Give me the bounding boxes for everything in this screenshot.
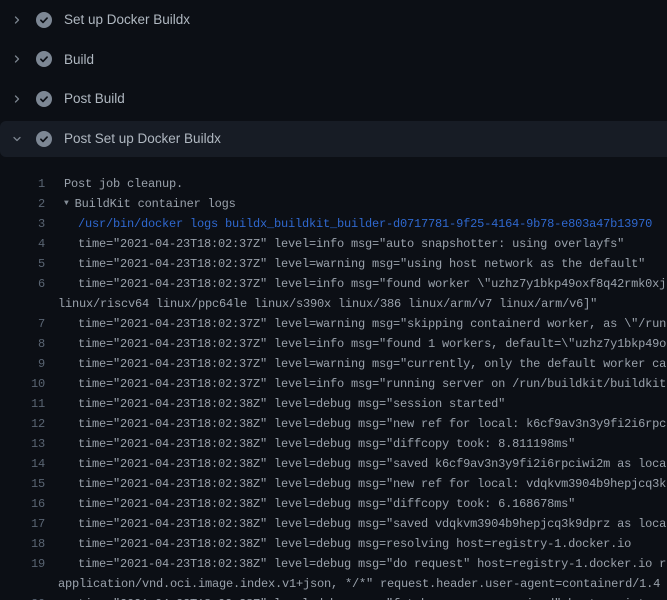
log-text: time="2021-04-23T18:02:38Z" level=debug …	[78, 494, 575, 514]
log-text: time="2021-04-23T18:02:37Z" level=warnin…	[78, 254, 645, 274]
log-text: time="2021-04-23T18:02:37Z" level=info m…	[78, 334, 666, 354]
line-number[interactable]: 4	[0, 234, 45, 254]
line-number[interactable]: 15	[0, 474, 45, 494]
log-text: time="2021-04-23T18:02:38Z" level=debug …	[78, 514, 666, 534]
line-number[interactable]: 8	[0, 334, 45, 354]
check-circle-icon	[36, 131, 52, 147]
log-line: 20 time="2021-04-23T18:02:38Z" level=deb…	[0, 594, 667, 600]
chevron-right-icon	[11, 51, 23, 67]
check-circle-icon	[36, 12, 52, 28]
line-number[interactable]: 13	[0, 434, 45, 454]
log-line: 3 /usr/bin/docker logs buildx_buildkit_b…	[0, 214, 667, 234]
step-title: Build	[64, 52, 94, 67]
actions-log-viewer: Set up Docker Buildx Build Post Build	[0, 0, 667, 600]
line-number[interactable]: 20	[0, 594, 45, 600]
line-number[interactable]: 3	[0, 214, 45, 234]
chevron-right-icon	[11, 91, 23, 107]
log-line: 15 time="2021-04-23T18:02:38Z" level=deb…	[0, 474, 667, 494]
log-text: time="2021-04-23T18:02:37Z" level=warnin…	[78, 314, 666, 334]
log-line: 10 time="2021-04-23T18:02:37Z" level=inf…	[0, 374, 667, 394]
log-line: 5 time="2021-04-23T18:02:37Z" level=warn…	[0, 254, 667, 274]
line-number[interactable]: 12	[0, 414, 45, 434]
log-text: time="2021-04-23T18:02:37Z" level=warnin…	[78, 354, 666, 374]
log-line: 7 time="2021-04-23T18:02:37Z" level=warn…	[0, 314, 667, 334]
chevron-down-icon	[11, 131, 23, 147]
log-text: time="2021-04-23T18:02:38Z" level=debug …	[78, 394, 505, 414]
log-line: 6 time="2021-04-23T18:02:37Z" level=info…	[0, 274, 667, 294]
group-collapse-icon[interactable]: ▼	[64, 194, 69, 214]
log-line: 16 time="2021-04-23T18:02:38Z" level=deb…	[0, 494, 667, 514]
log-text: time="2021-04-23T18:02:38Z" level=debug …	[78, 594, 666, 600]
log-text: time="2021-04-23T18:02:38Z" level=debug …	[78, 454, 666, 474]
line-number[interactable]: 2	[0, 194, 45, 214]
line-number[interactable]: 6	[0, 274, 45, 294]
check-circle-icon	[36, 51, 52, 67]
log-text: time="2021-04-23T18:02:37Z" level=info m…	[78, 374, 666, 394]
line-number[interactable]: 19	[0, 554, 45, 574]
line-number[interactable]: 17	[0, 514, 45, 534]
log-line: 17 time="2021-04-23T18:02:38Z" level=deb…	[0, 514, 667, 534]
line-number[interactable]: 11	[0, 394, 45, 414]
log-line: linux/riscv64 linux/ppc64le linux/s390x …	[0, 294, 667, 314]
log-line: 11 time="2021-04-23T18:02:38Z" level=deb…	[0, 394, 667, 414]
log-line: 8 time="2021-04-23T18:02:37Z" level=info…	[0, 334, 667, 354]
log-line: 2 ▼ BuildKit container logs	[0, 194, 667, 214]
step-title: Post Set up Docker Buildx	[64, 131, 221, 146]
log-line: application/vnd.oci.image.index.v1+json,…	[0, 574, 667, 594]
step-header-post-set-up-docker-buildx[interactable]: Post Set up Docker Buildx	[0, 121, 667, 157]
line-number[interactable]	[0, 294, 45, 314]
line-number[interactable]: 9	[0, 354, 45, 374]
log-text: time="2021-04-23T18:02:37Z" level=info m…	[78, 234, 624, 254]
line-number[interactable]: 16	[0, 494, 45, 514]
log-text: time="2021-04-23T18:02:38Z" level=debug …	[78, 414, 666, 434]
log-text: linux/riscv64 linux/ppc64le linux/s390x …	[58, 294, 597, 314]
steps-list: Set up Docker Buildx Build Post Build	[0, 0, 667, 157]
line-number[interactable]: 1	[0, 174, 45, 194]
log-group-toggle[interactable]: BuildKit container logs	[75, 194, 236, 214]
log-text: time="2021-04-23T18:02:38Z" level=debug …	[78, 554, 666, 574]
line-number[interactable]	[0, 574, 45, 594]
log-text: time="2021-04-23T18:02:38Z" level=debug …	[78, 534, 631, 554]
log-text: application/vnd.oci.image.index.v1+json,…	[58, 574, 660, 594]
line-number[interactable]: 14	[0, 454, 45, 474]
line-number[interactable]: 7	[0, 314, 45, 334]
log-line: 14 time="2021-04-23T18:02:38Z" level=deb…	[0, 454, 667, 474]
log-line: 9 time="2021-04-23T18:02:37Z" level=warn…	[0, 354, 667, 374]
log-line: 18 time="2021-04-23T18:02:38Z" level=deb…	[0, 534, 667, 554]
log-line: 4 time="2021-04-23T18:02:37Z" level=info…	[0, 234, 667, 254]
step-header-build[interactable]: Build	[0, 40, 667, 80]
step-header-set-up-docker-buildx[interactable]: Set up Docker Buildx	[0, 0, 667, 40]
log-text: Post job cleanup.	[64, 174, 183, 194]
step-header-post-build[interactable]: Post Build	[0, 79, 667, 119]
log-line: 12 time="2021-04-23T18:02:38Z" level=deb…	[0, 414, 667, 434]
line-number[interactable]: 18	[0, 534, 45, 554]
log-text: /usr/bin/docker logs buildx_buildkit_bui…	[78, 214, 652, 234]
step-title: Post Build	[64, 91, 125, 106]
log-line: 13 time="2021-04-23T18:02:38Z" level=deb…	[0, 434, 667, 454]
log-line: 1 Post job cleanup.	[0, 174, 667, 194]
log-line: 19 time="2021-04-23T18:02:38Z" level=deb…	[0, 554, 667, 574]
chevron-right-icon	[11, 12, 23, 28]
log-text: time="2021-04-23T18:02:38Z" level=debug …	[78, 474, 666, 494]
log-viewer: 1 Post job cleanup. 2 ▼ BuildKit contain…	[0, 159, 667, 600]
step-title: Set up Docker Buildx	[64, 12, 190, 27]
line-number[interactable]: 5	[0, 254, 45, 274]
log-text: time="2021-04-23T18:02:38Z" level=debug …	[78, 434, 575, 454]
log-text: time="2021-04-23T18:02:37Z" level=info m…	[78, 274, 666, 294]
line-number[interactable]: 10	[0, 374, 45, 394]
check-circle-icon	[36, 91, 52, 107]
